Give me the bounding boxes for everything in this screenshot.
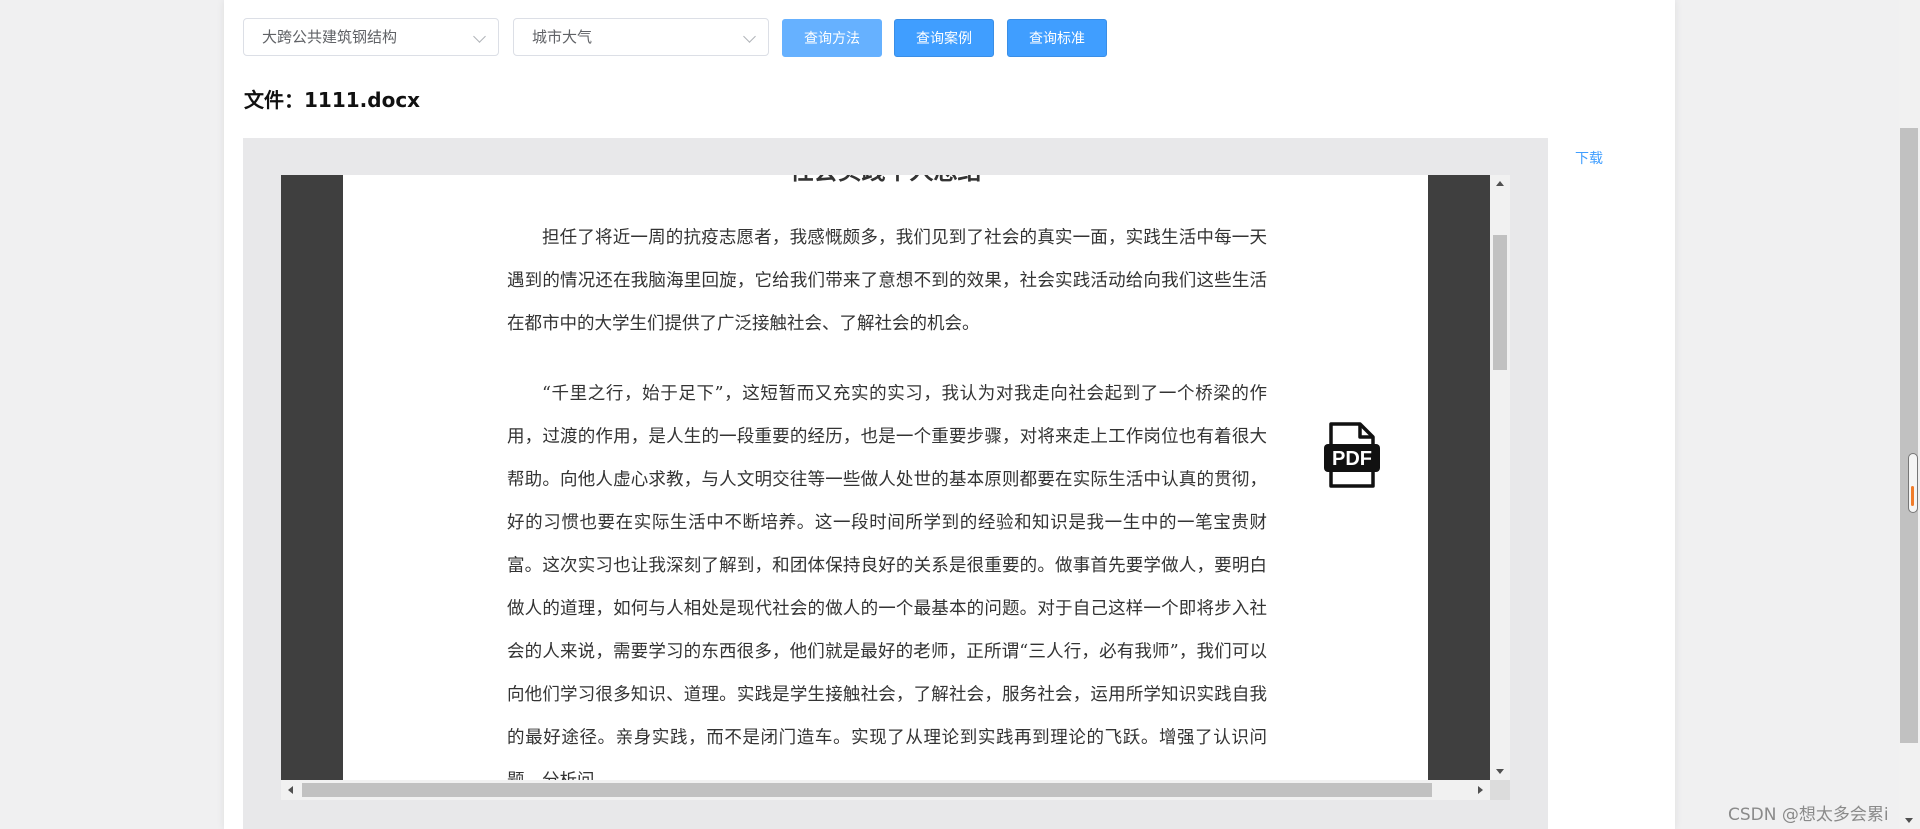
document-page: 社会实践个人总结 担任了将近一周的抗疫志愿者，我感慨颇多，我们见到了社会的真实一… (343, 175, 1428, 780)
side-slider-handle[interactable] (1908, 453, 1918, 513)
page-scroll-thumb[interactable] (1900, 128, 1918, 743)
scroll-down-arrow-icon[interactable] (1496, 769, 1504, 774)
viewer-vertical-scrollbar[interactable] (1490, 175, 1510, 780)
scroll-thumb[interactable] (302, 783, 1432, 797)
scroll-down-arrow-icon[interactable] (1905, 818, 1913, 823)
pdf-file-icon[interactable]: PDF (1324, 422, 1380, 492)
scrollbar-corner (1490, 780, 1510, 800)
structure-select[interactable]: 大跨公共建筑钢结构 (243, 18, 499, 56)
environment-select[interactable]: 城市大气 (513, 18, 769, 56)
document-viewer[interactable]: 社会实践个人总结 担任了将近一周的抗疫志愿者，我感慨颇多，我们见到了社会的真实一… (281, 175, 1510, 800)
query-method-button[interactable]: 查询方法 (782, 19, 882, 57)
scroll-right-arrow-icon[interactable] (1478, 786, 1483, 794)
chevron-down-icon (743, 30, 756, 43)
scroll-left-arrow-icon[interactable] (288, 786, 293, 794)
paragraph-text: “千里之行，始于足下”，这短暂而又充实的实习，我认为对我走向社会起到了一个桥梁的… (507, 384, 1267, 780)
query-standard-button[interactable]: 查询标准 (1007, 19, 1107, 57)
environment-select-value: 城市大气 (532, 28, 593, 46)
pdf-icon-text: PDF (1332, 448, 1372, 470)
structure-select-value: 大跨公共建筑钢结构 (262, 28, 398, 46)
query-case-button[interactable]: 查询案例 (894, 19, 994, 57)
scroll-up-arrow-icon[interactable] (1496, 181, 1504, 186)
watermark: CSDN @想太多会累i (1728, 805, 1889, 825)
document-paragraph: “千里之行，始于足下”，这短暂而又充实的实习，我认为对我走向社会起到了一个桥梁的… (507, 373, 1267, 780)
viewer-horizontal-scrollbar[interactable] (281, 780, 1490, 800)
scroll-thumb[interactable] (1493, 235, 1507, 370)
slider-indicator (1911, 486, 1914, 506)
page-vertical-scrollbar[interactable] (1899, 0, 1920, 829)
download-link[interactable]: 下载 (1575, 148, 1603, 168)
document-heading: 社会实践个人总结 (343, 175, 1428, 186)
document-paragraph: 担任了将近一周的抗疫志愿者，我感慨颇多，我们见到了社会的真实一面，实践生活中每一… (507, 217, 1267, 346)
paragraph-text: 担任了将近一周的抗疫志愿者，我感慨颇多，我们见到了社会的真实一面，实践生活中每一… (507, 228, 1267, 334)
chevron-down-icon (473, 30, 486, 43)
file-title: 文件：1111.docx (244, 88, 421, 112)
